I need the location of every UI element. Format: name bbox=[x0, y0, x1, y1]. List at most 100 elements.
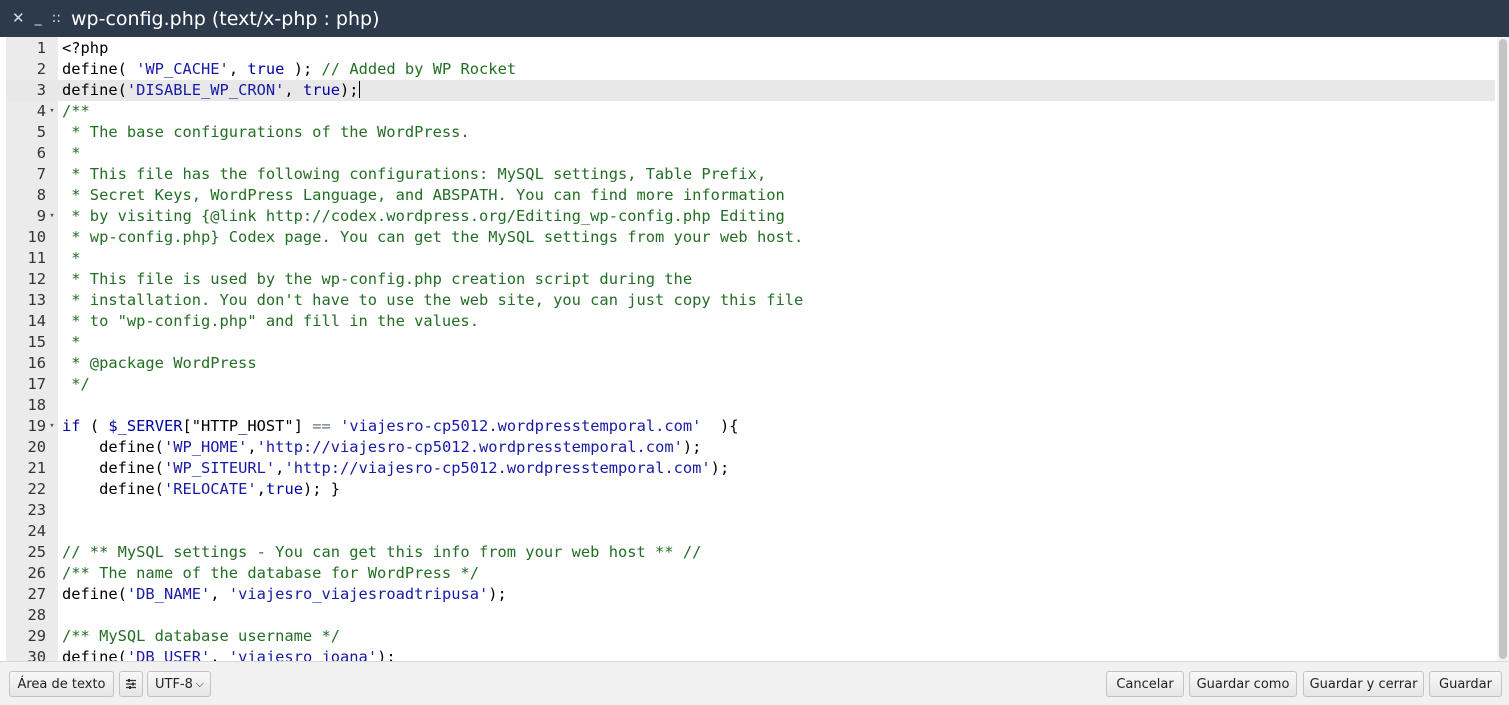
save-button[interactable]: Guardar bbox=[1429, 671, 1502, 697]
code-token: ); bbox=[488, 585, 507, 603]
line-number: 8 bbox=[36, 186, 46, 204]
code-line[interactable]: 3 define('DISABLE_WP_CRON', true); bbox=[6, 80, 1495, 101]
code-token: 'viajesro-cp5012.wordpresstemporal.com' bbox=[340, 417, 702, 435]
line-number: 20 bbox=[27, 438, 46, 456]
line-number: 13 bbox=[27, 291, 46, 309]
code-token: ); bbox=[340, 81, 359, 99]
code-line[interactable]: 20 define('WP_HOME','http://viajesro-cp5… bbox=[6, 437, 1495, 458]
text-cursor bbox=[358, 81, 360, 98]
code-line[interactable]: 28 bbox=[6, 605, 1495, 626]
code-token: /** The name of the database for WordPre… bbox=[62, 564, 479, 582]
textarea-mode-button[interactable]: Área de texto bbox=[9, 671, 114, 697]
code-line[interactable]: 21 define('WP_SITEURL','http://viajesro-… bbox=[6, 458, 1495, 479]
code-line[interactable]: 23 bbox=[6, 500, 1495, 521]
code-line[interactable]: 2 define( 'WP_CACHE', true ); // Added by… bbox=[6, 59, 1495, 80]
code-line[interactable]: 26 /** The name of the database for WordP… bbox=[6, 563, 1495, 584]
line-number: 7 bbox=[36, 165, 46, 183]
code-token: true bbox=[302, 81, 341, 99]
sliders-icon bbox=[126, 679, 136, 689]
code-line[interactable]: 22 define('RELOCATE',true); } bbox=[6, 479, 1495, 500]
code-line[interactable]: 14 * to "wp-config.php" and fill in the … bbox=[6, 311, 1495, 332]
code-token: 'viajesro_joana' bbox=[228, 648, 378, 661]
code-line[interactable]: 13 * installation. You don't have to use… bbox=[6, 290, 1495, 311]
code-token: ); } bbox=[302, 480, 341, 498]
line-number: 4 bbox=[36, 102, 46, 120]
code-token: 'WP_SITEURL' bbox=[163, 459, 276, 477]
code-line[interactable]: 6 * bbox=[6, 143, 1495, 164]
code-text: * bbox=[62, 248, 80, 269]
line-number: 11 bbox=[27, 249, 46, 267]
code-text: * The base configurations of the WordPre… bbox=[62, 122, 469, 143]
code-line[interactable]: 19 ▾ if ( $_SERVER["HTTP_HOST"] == 'viajes… bbox=[6, 416, 1495, 437]
drag-handle-icon[interactable]: :: bbox=[52, 0, 61, 37]
code-text: if ( $_SERVER["HTTP_HOST"] == 'viajesro-… bbox=[62, 416, 739, 437]
code-editor[interactable]: 1 <?php 2 define( 'WP_CACHE', true ); // Ad… bbox=[0, 37, 1509, 661]
code-line[interactable]: 1 <?php bbox=[6, 38, 1495, 59]
code-token: 'RELOCATE' bbox=[163, 480, 257, 498]
code-token: , bbox=[256, 480, 266, 498]
code-text: * This file is used by the wp-config.php… bbox=[62, 269, 692, 290]
save-as-button[interactable]: Guardar como bbox=[1189, 671, 1297, 697]
code-token: 'DB_NAME' bbox=[126, 585, 211, 603]
code-line[interactable]: 18 bbox=[6, 395, 1495, 416]
code-token: 'DB_USER' bbox=[126, 648, 211, 661]
code-token: define( bbox=[99, 459, 164, 477]
code-line[interactable]: 29 /** MySQL database username */ bbox=[6, 626, 1495, 647]
code-token: $_SERVER bbox=[108, 417, 183, 435]
line-number: 6 bbox=[36, 144, 46, 162]
line-number: 12 bbox=[27, 270, 46, 288]
line-number: 3 bbox=[36, 81, 46, 99]
title-bar: ✕ _ :: wp-config.php (text/x-php : php) bbox=[0, 0, 1509, 37]
code-line[interactable]: 16 * @package WordPress bbox=[6, 353, 1495, 374]
code-line[interactable]: 15 * bbox=[6, 332, 1495, 353]
code-line[interactable]: 4 ▾ /** bbox=[6, 101, 1495, 122]
line-number: 5 bbox=[36, 123, 46, 141]
code-token: , bbox=[228, 60, 248, 78]
code-line[interactable]: 10 * wp-config.php} Codex page. You can … bbox=[6, 227, 1495, 248]
code-token: 'WP_CACHE' bbox=[136, 60, 229, 78]
code-token: <?php bbox=[62, 39, 109, 57]
line-number: 16 bbox=[27, 354, 46, 372]
code-text: * to "wp-config.php" and fill in the val… bbox=[62, 311, 479, 332]
code-line[interactable]: 8 * Secret Keys, WordPress Language, and… bbox=[6, 185, 1495, 206]
close-icon[interactable]: ✕ bbox=[12, 0, 25, 37]
code-text: * by visiting {@link http://codex.wordpr… bbox=[62, 206, 784, 227]
code-line[interactable]: 27 define('DB_NAME', 'viajesro_viajesroad… bbox=[6, 584, 1495, 605]
line-number: 15 bbox=[27, 333, 46, 351]
code-lines[interactable]: 1 <?php 2 define( 'WP_CACHE', true ); // Ad… bbox=[6, 38, 1495, 661]
code-line[interactable]: 9 ▾ * by visiting {@link http://codex.wor… bbox=[6, 206, 1495, 227]
code-line[interactable]: 30 define('DB_USER', 'viajesro_joana'); bbox=[6, 647, 1495, 661]
code-line[interactable]: 5 * The base configurations of the WordP… bbox=[6, 122, 1495, 143]
minimize-icon[interactable]: _ bbox=[35, 0, 42, 37]
fold-toggle-icon[interactable]: ▾ bbox=[47, 206, 57, 227]
code-text: define( 'WP_CACHE', true ); // Added by … bbox=[62, 59, 516, 80]
code-line[interactable]: 17 */ bbox=[6, 374, 1495, 395]
fold-toggle-icon[interactable]: ▾ bbox=[47, 416, 57, 437]
line-number: 2 bbox=[36, 60, 46, 78]
code-text: * Secret Keys, WordPress Language, and A… bbox=[62, 185, 784, 206]
code-token: ); bbox=[710, 459, 730, 477]
code-line[interactable]: 7 * This file has the following configur… bbox=[6, 164, 1495, 185]
code-text: /** MySQL database username */ bbox=[62, 626, 340, 647]
settings-button[interactable] bbox=[119, 671, 143, 697]
encoding-select[interactable]: UTF-8 ⌵ bbox=[147, 671, 211, 697]
code-line[interactable]: 25 // ** MySQL settings - You can get thi… bbox=[6, 542, 1495, 563]
code-line[interactable]: 11 * bbox=[6, 248, 1495, 269]
line-number: 19 bbox=[27, 417, 46, 435]
line-number: 28 bbox=[27, 606, 46, 624]
code-line[interactable]: 12 * This file is used by the wp-config.… bbox=[6, 269, 1495, 290]
cancel-button[interactable]: Cancelar bbox=[1106, 671, 1184, 697]
line-number: 17 bbox=[27, 375, 46, 393]
save-and-close-button[interactable]: Guardar y cerrar bbox=[1303, 671, 1424, 697]
scrollbar-thumb[interactable] bbox=[1499, 39, 1507, 659]
code-text: */ bbox=[62, 374, 90, 395]
code-token: // ** MySQL settings - You can get this … bbox=[62, 543, 702, 561]
code-text: * wp-config.php} Codex page. You can get… bbox=[62, 227, 803, 248]
fold-toggle-icon[interactable]: ▾ bbox=[47, 101, 57, 122]
code-text: * bbox=[62, 143, 80, 164]
code-line[interactable]: 24 bbox=[6, 521, 1495, 542]
line-number: 18 bbox=[27, 396, 46, 414]
